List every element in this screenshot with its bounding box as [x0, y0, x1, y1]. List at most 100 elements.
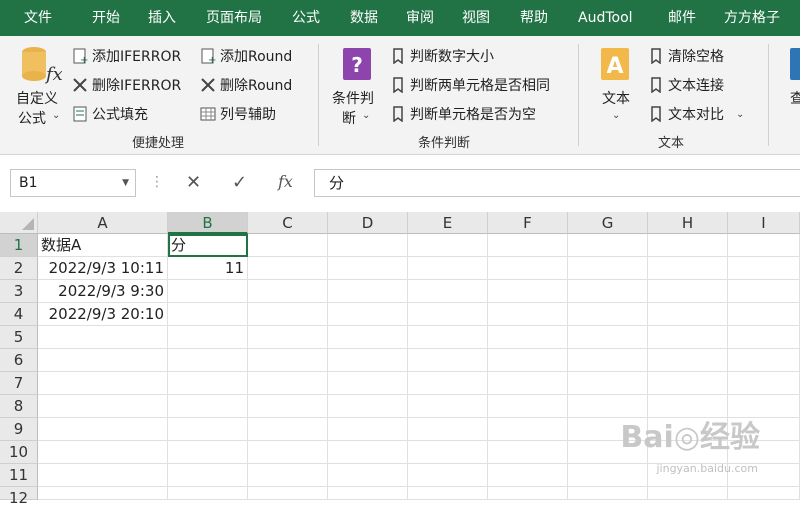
- grid-cell[interactable]: [248, 418, 328, 441]
- text-compare-button[interactable]: 文本对比 ⌄: [648, 104, 744, 124]
- column-header-a[interactable]: A: [38, 212, 168, 234]
- text-big-button[interactable]: A 文本 ⌄: [596, 44, 636, 128]
- tab-audtool[interactable]: AudTool: [578, 0, 633, 36]
- grid-cell[interactable]: [408, 441, 488, 464]
- grid-cell[interactable]: [328, 257, 408, 280]
- clear-space-button[interactable]: 清除空格: [648, 46, 724, 66]
- grid-cell[interactable]: [568, 464, 648, 487]
- row-header-7[interactable]: 7: [0, 372, 38, 395]
- grid-cell[interactable]: [408, 487, 488, 500]
- grid-cell[interactable]: [248, 303, 328, 326]
- row-header-11[interactable]: 11: [0, 464, 38, 487]
- grid-cell[interactable]: [168, 349, 248, 372]
- insert-function-icon[interactable]: fx: [278, 172, 293, 191]
- row-header-3[interactable]: 3: [0, 280, 38, 303]
- judge-cell-empty-button[interactable]: 判断单元格是否为空: [390, 104, 536, 124]
- tab-view[interactable]: 视图: [462, 0, 490, 36]
- column-header-e[interactable]: E: [408, 212, 488, 234]
- cell-a4[interactable]: 2022/9/3 20:10: [38, 303, 168, 326]
- grid-cell[interactable]: [568, 326, 648, 349]
- row-header-5[interactable]: 5: [0, 326, 38, 349]
- grid-cell[interactable]: [328, 303, 408, 326]
- grid-cell[interactable]: [38, 418, 168, 441]
- row-header-9[interactable]: 9: [0, 418, 38, 441]
- tab-insert[interactable]: 插入: [148, 0, 176, 36]
- grid-cell[interactable]: [568, 257, 648, 280]
- grid-cell[interactable]: [248, 464, 328, 487]
- grid-cell[interactable]: [488, 487, 568, 500]
- row-header-10[interactable]: 10: [0, 441, 38, 464]
- cell-a2[interactable]: 2022/9/3 10:11: [38, 257, 168, 280]
- grid-cell[interactable]: [328, 395, 408, 418]
- tab-help[interactable]: 帮助: [520, 0, 548, 36]
- grid-cell[interactable]: [328, 234, 408, 257]
- tab-review[interactable]: 审阅: [406, 0, 434, 36]
- formula-input[interactable]: 分: [314, 169, 800, 197]
- select-all-corner[interactable]: [0, 212, 38, 234]
- grid-cell[interactable]: [168, 418, 248, 441]
- grid-cell[interactable]: [408, 303, 488, 326]
- column-header-d[interactable]: D: [328, 212, 408, 234]
- tab-page-layout[interactable]: 页面布局: [206, 0, 262, 36]
- add-iferror-button[interactable]: + 添加IFERROR: [72, 46, 181, 66]
- tab-data[interactable]: 数据: [350, 0, 378, 36]
- cell-a1[interactable]: 数据A: [38, 234, 168, 257]
- grid-cell[interactable]: [488, 418, 568, 441]
- tab-home[interactable]: 开始: [92, 0, 120, 36]
- grid-cell[interactable]: [38, 372, 168, 395]
- grid-cell[interactable]: [168, 372, 248, 395]
- grid-cell[interactable]: [488, 280, 568, 303]
- grid-cell[interactable]: [328, 464, 408, 487]
- grid-cell[interactable]: [488, 234, 568, 257]
- grid-cell[interactable]: [568, 280, 648, 303]
- tab-formulas[interactable]: 公式: [292, 0, 320, 36]
- grid-cell[interactable]: [408, 257, 488, 280]
- spreadsheet-grid[interactable]: A B C D E F G H I 1 2 3 4 5 6 7 8 9 10 1…: [0, 212, 800, 507]
- grid-cell[interactable]: [568, 372, 648, 395]
- grid-cell[interactable]: [568, 487, 648, 500]
- grid-cell[interactable]: [728, 303, 800, 326]
- cell-a3[interactable]: 2022/9/3 9:30: [38, 280, 168, 303]
- grid-cell[interactable]: [248, 234, 328, 257]
- name-box[interactable]: B1 ▼: [10, 169, 136, 197]
- grid-cell[interactable]: [168, 395, 248, 418]
- grid-cell[interactable]: [728, 234, 800, 257]
- grid-cell[interactable]: [328, 280, 408, 303]
- column-header-f[interactable]: F: [488, 212, 568, 234]
- grid-cell[interactable]: [328, 418, 408, 441]
- text-join-button[interactable]: 文本连接: [648, 75, 724, 95]
- delete-iferror-button[interactable]: 删除IFERROR: [72, 75, 181, 95]
- grid-cell[interactable]: [408, 326, 488, 349]
- grid-cell[interactable]: [488, 257, 568, 280]
- grid-cell[interactable]: [728, 487, 800, 500]
- column-header-h[interactable]: H: [648, 212, 728, 234]
- grid-cell[interactable]: [168, 303, 248, 326]
- cell-b2[interactable]: 11: [168, 257, 248, 280]
- grid-cell[interactable]: [488, 326, 568, 349]
- grid-cell[interactable]: [248, 257, 328, 280]
- grid-cell[interactable]: [728, 326, 800, 349]
- judge-two-cells-same-button[interactable]: 判断两单元格是否相同: [390, 75, 550, 95]
- grid-cell[interactable]: [328, 441, 408, 464]
- custom-formula-button[interactable]: fx 自定义 公式 ⌄: [14, 44, 64, 128]
- grid-cell[interactable]: [408, 395, 488, 418]
- grid-cell[interactable]: [38, 349, 168, 372]
- grid-cell[interactable]: [488, 372, 568, 395]
- grid-cell[interactable]: [648, 487, 728, 500]
- dropdown-triangle-icon[interactable]: ▼: [122, 170, 129, 196]
- tab-fangfang[interactable]: 方方格子: [724, 0, 780, 36]
- grid-cell[interactable]: [728, 349, 800, 372]
- grid-cell[interactable]: [568, 234, 648, 257]
- grid-cell[interactable]: [168, 280, 248, 303]
- grid-cell[interactable]: [488, 441, 568, 464]
- grid-cell[interactable]: [568, 303, 648, 326]
- delete-round-button[interactable]: 删除Round: [200, 75, 292, 95]
- column-helper-button[interactable]: 列号辅助: [200, 104, 276, 124]
- grid-cell[interactable]: [408, 418, 488, 441]
- add-round-button[interactable]: + 添加Round: [200, 46, 292, 66]
- column-header-i[interactable]: I: [728, 212, 800, 234]
- grid-cell[interactable]: [648, 303, 728, 326]
- row-header-8[interactable]: 8: [0, 395, 38, 418]
- column-header-b[interactable]: B: [168, 212, 248, 234]
- grid-cell[interactable]: [488, 395, 568, 418]
